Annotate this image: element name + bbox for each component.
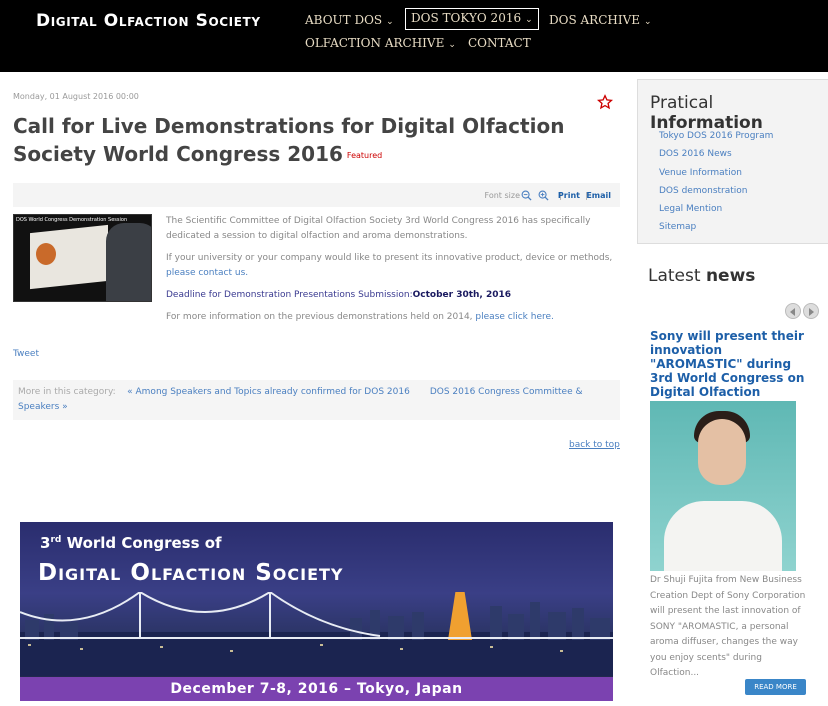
chevron-down-icon: ⌄: [448, 40, 456, 50]
paragraph-4: For more information on the previous dem…: [166, 310, 616, 325]
zoom-in-icon[interactable]: [538, 190, 549, 201]
thumb-caption: DOS World Congress Demonstration Session: [16, 217, 128, 223]
banner-date-bar: December 7-8, 2016 – Tokyo, Japan: [20, 677, 613, 701]
practical-info-links: Tokyo DOS 2016 Program DOS 2016 News Ven…: [659, 127, 773, 237]
thumb-logo-dot: [36, 243, 56, 265]
featured-badge: Featured: [346, 150, 383, 160]
nav-about-dos[interactable]: ABOUT DOS ⌄: [305, 12, 394, 30]
paragraph-2-text: If your university or your company would…: [166, 253, 613, 263]
banner-headline: 3rd World Congress of: [40, 534, 222, 552]
tweet-button[interactable]: Tweet: [13, 349, 39, 359]
banner-ordinal: 3: [40, 534, 51, 552]
article-title-text: Call for Live Demonstrations for Digital…: [13, 114, 565, 166]
article-thumbnail: DOS World Congress Demonstration Session: [13, 214, 152, 302]
click-here-link[interactable]: please click here.: [475, 312, 553, 322]
pi-link-venue[interactable]: Venue Information: [659, 164, 773, 182]
banner-society-name: Digital Olfaction Society: [38, 560, 344, 586]
read-more-button[interactable]: READ MORE: [745, 679, 806, 695]
nav-label: DOS TOKYO 2016: [411, 11, 522, 25]
email-link[interactable]: Email: [586, 191, 611, 200]
pi-link-demonstration[interactable]: DOS demonstration: [659, 182, 773, 200]
contact-us-link[interactable]: please contact us.: [166, 268, 248, 278]
latest-news-title-bold: news: [705, 266, 756, 286]
more-in-category: More in this category: « Among Speakers …: [13, 380, 620, 420]
more-category-label: More in this category:: [18, 387, 116, 397]
arrow-left-icon: [790, 308, 795, 316]
zoom-out-icon[interactable]: [521, 190, 532, 201]
nav-label: CONTACT: [468, 36, 531, 50]
print-link[interactable]: Print: [558, 191, 580, 200]
banner-ordinal-suffix: rd: [50, 535, 62, 545]
nav-dos-archive[interactable]: DOS ARCHIVE ⌄: [549, 12, 652, 30]
arrow-right-icon: [809, 308, 814, 316]
site-logo[interactable]: Digital Olfaction Society: [36, 11, 261, 31]
news-excerpt: Dr Shuji Fujita from New Business Creati…: [650, 575, 806, 678]
news-photo: [650, 401, 796, 571]
paragraph-4-text: For more information on the previous dem…: [166, 312, 473, 322]
paragraph-2: If your university or your company would…: [166, 251, 616, 281]
news-headline[interactable]: Sony will present their innovation "AROM…: [650, 329, 810, 399]
photo-shirt: [664, 501, 782, 571]
nav-contact[interactable]: CONTACT: [468, 35, 531, 51]
article-toolbar: Font size | Print | Email: [13, 183, 620, 207]
thumb-person: [106, 223, 151, 301]
nav-olfaction-archive[interactable]: OLFACTION ARCHIVE ⌄: [305, 35, 456, 53]
banner-line1-text: World Congress of: [66, 534, 222, 552]
previous-article-link[interactable]: « Among Speakers and Topics already conf…: [127, 387, 410, 397]
paragraph-1: The Scientific Committee of Digital Olfa…: [166, 216, 591, 241]
article-body: The Scientific Committee of Digital Olfa…: [166, 214, 616, 332]
news-next-button[interactable]: [803, 303, 819, 319]
deadline-label: Deadline for Demonstration Presentations…: [166, 290, 413, 300]
congress-banner[interactable]: 3rd World Congress of Digital Olfaction …: [20, 522, 613, 701]
tokyo-skyline-graphic: [20, 592, 613, 676]
chevron-down-icon: ⌄: [644, 17, 652, 27]
font-size-label: Font size: [484, 191, 520, 200]
site-header: Digital Olfaction Society ABOUT DOS ⌄ DOS…: [0, 0, 828, 72]
pi-link-sitemap[interactable]: Sitemap: [659, 218, 773, 236]
practical-info-title-light: Pratical: [650, 93, 714, 113]
nav-dos-tokyo-2016[interactable]: DOS TOKYO 2016 ⌄: [405, 8, 539, 30]
article-date: Monday, 01 August 2016 00:00: [13, 92, 139, 101]
photo-face: [698, 419, 746, 485]
nav-label: OLFACTION ARCHIVE: [305, 36, 445, 50]
news-prev-button[interactable]: [785, 303, 801, 319]
article-title: Call for Live Demonstrations for Digital…: [13, 112, 623, 170]
latest-news-title-light: Latest: [648, 266, 701, 286]
deadline-line: Deadline for Demonstration Presentations…: [166, 288, 616, 303]
pi-link-legal[interactable]: Legal Mention: [659, 200, 773, 218]
nav-label: ABOUT DOS: [305, 13, 383, 27]
pi-link-program[interactable]: Tokyo DOS 2016 Program: [659, 127, 773, 145]
practical-info-box: Pratical Information Tokyo DOS 2016 Prog…: [637, 79, 828, 244]
back-to-top-link[interactable]: back to top: [569, 440, 620, 450]
pi-link-news[interactable]: DOS 2016 News: [659, 145, 773, 163]
nav-label: DOS ARCHIVE: [549, 13, 641, 27]
favorite-star-icon[interactable]: [597, 94, 613, 110]
chevron-down-icon: ⌄: [386, 17, 394, 27]
latest-news-title: Latest news: [648, 266, 755, 286]
chevron-down-icon: ⌄: [525, 15, 533, 25]
deadline-date: October 30th, 2016: [412, 290, 512, 300]
